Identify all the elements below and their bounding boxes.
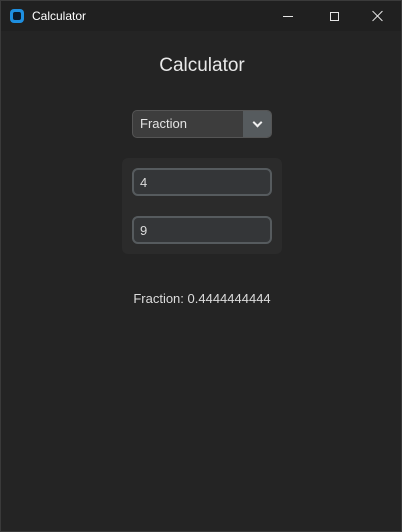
- window-title: Calculator: [32, 9, 87, 23]
- result-label: Fraction: 0.4444444444: [133, 291, 271, 306]
- mode-dropdown[interactable]: Fraction: [132, 110, 272, 138]
- close-icon: [372, 10, 384, 22]
- app-window: Calculator Calculator Fraction Fraction:…: [0, 0, 402, 532]
- maximize-icon: [329, 11, 339, 21]
- minimize-button[interactable]: [265, 1, 311, 31]
- numerator-input[interactable]: [132, 168, 272, 196]
- dropdown-arrow-button[interactable]: [243, 111, 271, 137]
- app-icon: [10, 9, 24, 23]
- denominator-input[interactable]: [132, 216, 272, 244]
- maximize-button[interactable]: [311, 1, 357, 31]
- close-button[interactable]: [355, 1, 401, 31]
- title-bar[interactable]: Calculator: [1, 1, 401, 31]
- minimize-icon: [283, 15, 293, 17]
- page-title: Calculator: [159, 55, 245, 76]
- mode-dropdown-value: Fraction: [140, 116, 187, 131]
- chevron-down-icon: [252, 117, 262, 128]
